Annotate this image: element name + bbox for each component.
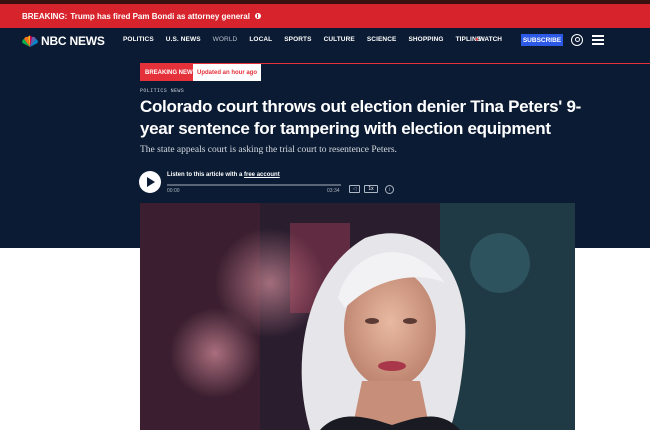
audio-current-time: 00:00 xyxy=(167,188,180,194)
article-lead-photo xyxy=(140,203,575,430)
nav-item-sports[interactable]: SPORTS xyxy=(284,36,311,43)
watch-label: WATCH xyxy=(478,36,502,43)
playback-speed-button[interactable]: 1x xyxy=(364,185,378,193)
account-icon[interactable] xyxy=(571,34,583,46)
updated-timestamp: Updated an hour ago xyxy=(193,64,261,81)
alert-icon xyxy=(254,13,261,19)
rewind-icon[interactable]: ◁ xyxy=(349,185,360,193)
hamburger-menu-icon[interactable] xyxy=(592,35,604,45)
main-nav: NBC NEWS POLITICS U.S. NEWS WORLD LOCAL … xyxy=(0,28,650,53)
nav-item-culture[interactable]: CULTURE xyxy=(324,36,355,43)
audio-duration: 03:34 xyxy=(327,188,340,194)
nav-item-local[interactable]: LOCAL xyxy=(249,36,272,43)
audio-play-button[interactable] xyxy=(139,171,161,193)
section-kicker[interactable]: POLITICS NEWS xyxy=(140,88,184,94)
nav-item-world[interactable]: WORLD xyxy=(213,36,238,43)
peacock-icon xyxy=(22,35,38,47)
nav-item-shopping[interactable]: SHOPPING xyxy=(408,36,443,43)
listen-prompt: Listen to this article with a free accou… xyxy=(167,172,280,178)
breaking-label: BREAKING: xyxy=(22,11,68,21)
logo-text: NBC NEWS xyxy=(41,34,105,48)
listen-text: Listen to this article with a xyxy=(167,172,245,178)
nbc-news-logo[interactable]: NBC NEWS xyxy=(22,34,105,48)
nav-item-us-news[interactable]: U.S. NEWS xyxy=(166,36,201,43)
nav-links: POLITICS U.S. NEWS WORLD LOCAL SPORTS CU… xyxy=(123,36,493,43)
audio-progress-bar[interactable] xyxy=(167,184,341,186)
breaking-headline[interactable]: Trump has fired Pam Bondi as attorney ge… xyxy=(70,12,250,21)
lead-photo-illustration xyxy=(140,203,575,430)
watch-link[interactable]: ●WATCH xyxy=(475,36,502,43)
article-headline: Colorado court throws out election denie… xyxy=(140,97,581,138)
article-dek: The state appeals court is asking the tr… xyxy=(140,145,397,155)
nav-item-science[interactable]: SCIENCE xyxy=(367,36,397,43)
subscribe-button[interactable]: SUBSCRIBE xyxy=(521,34,563,46)
info-icon[interactable]: i xyxy=(385,185,394,194)
free-account-link[interactable]: free account xyxy=(244,172,280,178)
breaking-news-banner[interactable]: BREAKING: Trump has fired Pam Bondi as a… xyxy=(0,4,650,28)
nav-item-politics[interactable]: POLITICS xyxy=(123,36,154,43)
